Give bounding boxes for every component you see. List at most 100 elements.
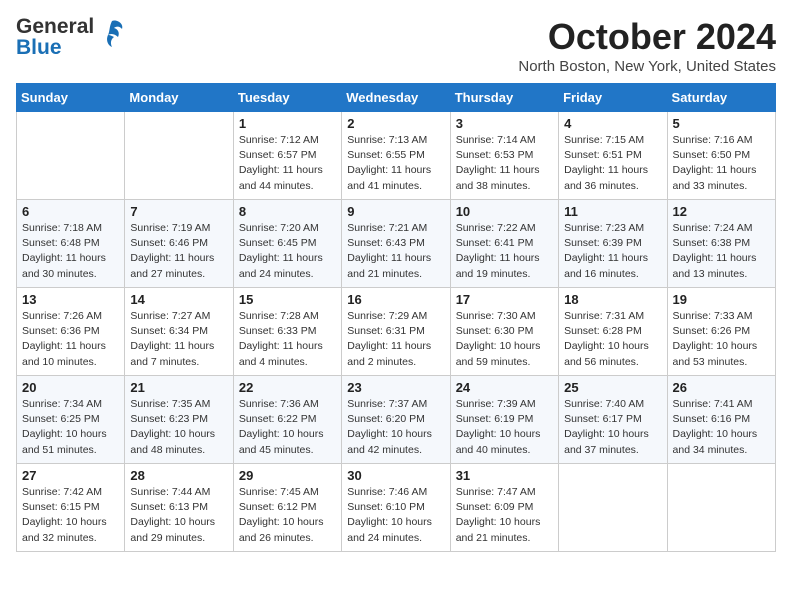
day-number: 31 (456, 468, 553, 483)
calendar-cell: 21 Sunrise: 7:35 AM Sunset: 6:23 PM Dayli… (125, 376, 233, 464)
day-number: 21 (130, 380, 227, 395)
calendar-cell: 12Sunrise: 7:24 AM Sunset: 6:38 PM Dayli… (667, 200, 775, 288)
day-detail: Sunrise: 7:14 AM Sunset: 6:53 PM Dayligh… (456, 133, 553, 194)
day-detail: Sunrise: 7:33 AM Sunset: 6:26 PM Dayligh… (673, 309, 770, 370)
day-detail: Sunrise: 7:26 AM Sunset: 6:36 PM Dayligh… (22, 309, 119, 370)
day-detail: Sunrise: 7:22 AM Sunset: 6:41 PM Dayligh… (456, 221, 553, 282)
day-detail: Sunrise: 7:24 AM Sunset: 6:38 PM Dayligh… (673, 221, 770, 282)
calendar-cell: 1 Sunrise: 7:12 AM Sunset: 6:57 PM Daylig… (233, 112, 341, 200)
day-detail: Sunrise: 7:12 AM Sunset: 6:57 PM Dayligh… (239, 133, 336, 194)
calendar-cell: 27Sunrise: 7:42 AM Sunset: 6:15 PM Dayli… (17, 464, 125, 552)
col-header-friday: Friday (559, 84, 667, 112)
title-block: October 2024 North Boston, New York, Uni… (518, 16, 776, 75)
day-number: 7 (130, 204, 227, 219)
day-detail: Sunrise: 7:40 AM Sunset: 6:17 PM Dayligh… (564, 397, 661, 458)
calendar-cell: 28 Sunrise: 7:44 AM Sunset: 6:13 PM Dayli… (125, 464, 233, 552)
day-detail: Sunrise: 7:31 AM Sunset: 6:28 PM Dayligh… (564, 309, 661, 370)
day-number: 15 (239, 292, 336, 307)
calendar-cell: 17 Sunrise: 7:30 AM Sunset: 6:30 PM Dayli… (450, 288, 558, 376)
day-number: 20 (22, 380, 119, 395)
calendar-cell: 4Sunrise: 7:15 AM Sunset: 6:51 PM Daylig… (559, 112, 667, 200)
calendar-week-row: 20Sunrise: 7:34 AM Sunset: 6:25 PM Dayli… (17, 376, 776, 464)
calendar-cell: 7Sunrise: 7:19 AM Sunset: 6:46 PM Daylig… (125, 200, 233, 288)
calendar-week-row: 13 Sunrise: 7:26 AM Sunset: 6:36 PM Dayli… (17, 288, 776, 376)
day-detail: Sunrise: 7:39 AM Sunset: 6:19 PM Dayligh… (456, 397, 553, 458)
calendar-cell (559, 464, 667, 552)
day-detail: Sunrise: 7:42 AM Sunset: 6:15 PM Dayligh… (22, 485, 119, 546)
day-number: 22 (239, 380, 336, 395)
day-detail: Sunrise: 7:47 AM Sunset: 6:09 PM Dayligh… (456, 485, 553, 546)
calendar-cell: 18 Sunrise: 7:31 AM Sunset: 6:28 PM Dayli… (559, 288, 667, 376)
day-number: 11 (564, 204, 661, 219)
calendar-cell: 9 Sunrise: 7:21 AM Sunset: 6:43 PM Daylig… (342, 200, 450, 288)
calendar-cell: 6Sunrise: 7:18 AM Sunset: 6:48 PM Daylig… (17, 200, 125, 288)
col-header-saturday: Saturday (667, 84, 775, 112)
day-number: 5 (673, 116, 770, 131)
month-title: October 2024 (518, 16, 776, 58)
calendar-cell: 16 Sunrise: 7:29 AM Sunset: 6:31 PM Dayli… (342, 288, 450, 376)
day-detail: Sunrise: 7:28 AM Sunset: 6:33 PM Dayligh… (239, 309, 336, 370)
logo-blue: Blue (16, 37, 94, 58)
logo-bird-icon (98, 19, 126, 51)
col-header-wednesday: Wednesday (342, 84, 450, 112)
day-number: 2 (347, 116, 444, 131)
calendar-week-row: 27Sunrise: 7:42 AM Sunset: 6:15 PM Dayli… (17, 464, 776, 552)
day-detail: Sunrise: 7:30 AM Sunset: 6:30 PM Dayligh… (456, 309, 553, 370)
calendar-cell: 5 Sunrise: 7:16 AM Sunset: 6:50 PM Daylig… (667, 112, 775, 200)
calendar-cell: 11 Sunrise: 7:23 AM Sunset: 6:39 PM Dayli… (559, 200, 667, 288)
location-text: North Boston, New York, United States (518, 58, 776, 75)
calendar-cell: 26 Sunrise: 7:41 AM Sunset: 6:16 PM Dayli… (667, 376, 775, 464)
day-number: 8 (239, 204, 336, 219)
day-detail: Sunrise: 7:21 AM Sunset: 6:43 PM Dayligh… (347, 221, 444, 282)
logo-general: General (16, 16, 94, 37)
calendar-cell: 20Sunrise: 7:34 AM Sunset: 6:25 PM Dayli… (17, 376, 125, 464)
day-number: 18 (564, 292, 661, 307)
logo: General Blue (16, 16, 126, 58)
day-detail: Sunrise: 7:23 AM Sunset: 6:39 PM Dayligh… (564, 221, 661, 282)
day-number: 28 (130, 468, 227, 483)
calendar-cell: 22Sunrise: 7:36 AM Sunset: 6:22 PM Dayli… (233, 376, 341, 464)
calendar-cell: 19Sunrise: 7:33 AM Sunset: 6:26 PM Dayli… (667, 288, 775, 376)
calendar-table: SundayMondayTuesdayWednesdayThursdayFrid… (16, 83, 776, 552)
day-detail: Sunrise: 7:15 AM Sunset: 6:51 PM Dayligh… (564, 133, 661, 194)
calendar-cell: 25 Sunrise: 7:40 AM Sunset: 6:17 PM Dayli… (559, 376, 667, 464)
day-number: 24 (456, 380, 553, 395)
col-header-tuesday: Tuesday (233, 84, 341, 112)
col-header-sunday: Sunday (17, 84, 125, 112)
calendar-cell: 23Sunrise: 7:37 AM Sunset: 6:20 PM Dayli… (342, 376, 450, 464)
calendar-cell (17, 112, 125, 200)
day-detail: Sunrise: 7:13 AM Sunset: 6:55 PM Dayligh… (347, 133, 444, 194)
day-number: 25 (564, 380, 661, 395)
day-detail: Sunrise: 7:35 AM Sunset: 6:23 PM Dayligh… (130, 397, 227, 458)
calendar-week-row: 1 Sunrise: 7:12 AM Sunset: 6:57 PM Daylig… (17, 112, 776, 200)
day-number: 23 (347, 380, 444, 395)
calendar-header-row: SundayMondayTuesdayWednesdayThursdayFrid… (17, 84, 776, 112)
day-number: 26 (673, 380, 770, 395)
calendar-cell: 2 Sunrise: 7:13 AM Sunset: 6:55 PM Daylig… (342, 112, 450, 200)
calendar-week-row: 6Sunrise: 7:18 AM Sunset: 6:48 PM Daylig… (17, 200, 776, 288)
day-detail: Sunrise: 7:18 AM Sunset: 6:48 PM Dayligh… (22, 221, 119, 282)
calendar-cell: 10Sunrise: 7:22 AM Sunset: 6:41 PM Dayli… (450, 200, 558, 288)
day-detail: Sunrise: 7:20 AM Sunset: 6:45 PM Dayligh… (239, 221, 336, 282)
day-detail: Sunrise: 7:27 AM Sunset: 6:34 PM Dayligh… (130, 309, 227, 370)
calendar-cell: 14Sunrise: 7:27 AM Sunset: 6:34 PM Dayli… (125, 288, 233, 376)
day-number: 9 (347, 204, 444, 219)
calendar-cell: 30Sunrise: 7:46 AM Sunset: 6:10 PM Dayli… (342, 464, 450, 552)
calendar-cell: 15 Sunrise: 7:28 AM Sunset: 6:33 PM Dayli… (233, 288, 341, 376)
day-detail: Sunrise: 7:44 AM Sunset: 6:13 PM Dayligh… (130, 485, 227, 546)
day-number: 1 (239, 116, 336, 131)
day-number: 17 (456, 292, 553, 307)
day-detail: Sunrise: 7:29 AM Sunset: 6:31 PM Dayligh… (347, 309, 444, 370)
day-detail: Sunrise: 7:45 AM Sunset: 6:12 PM Dayligh… (239, 485, 336, 546)
day-number: 16 (347, 292, 444, 307)
col-header-thursday: Thursday (450, 84, 558, 112)
day-number: 13 (22, 292, 119, 307)
day-detail: Sunrise: 7:46 AM Sunset: 6:10 PM Dayligh… (347, 485, 444, 546)
day-detail: Sunrise: 7:41 AM Sunset: 6:16 PM Dayligh… (673, 397, 770, 458)
day-detail: Sunrise: 7:16 AM Sunset: 6:50 PM Dayligh… (673, 133, 770, 194)
calendar-cell: 24 Sunrise: 7:39 AM Sunset: 6:19 PM Dayli… (450, 376, 558, 464)
day-number: 29 (239, 468, 336, 483)
page-header: General Blue October 2024 North Boston, … (16, 16, 776, 75)
calendar-cell: 3Sunrise: 7:14 AM Sunset: 6:53 PM Daylig… (450, 112, 558, 200)
calendar-cell: 13 Sunrise: 7:26 AM Sunset: 6:36 PM Dayli… (17, 288, 125, 376)
